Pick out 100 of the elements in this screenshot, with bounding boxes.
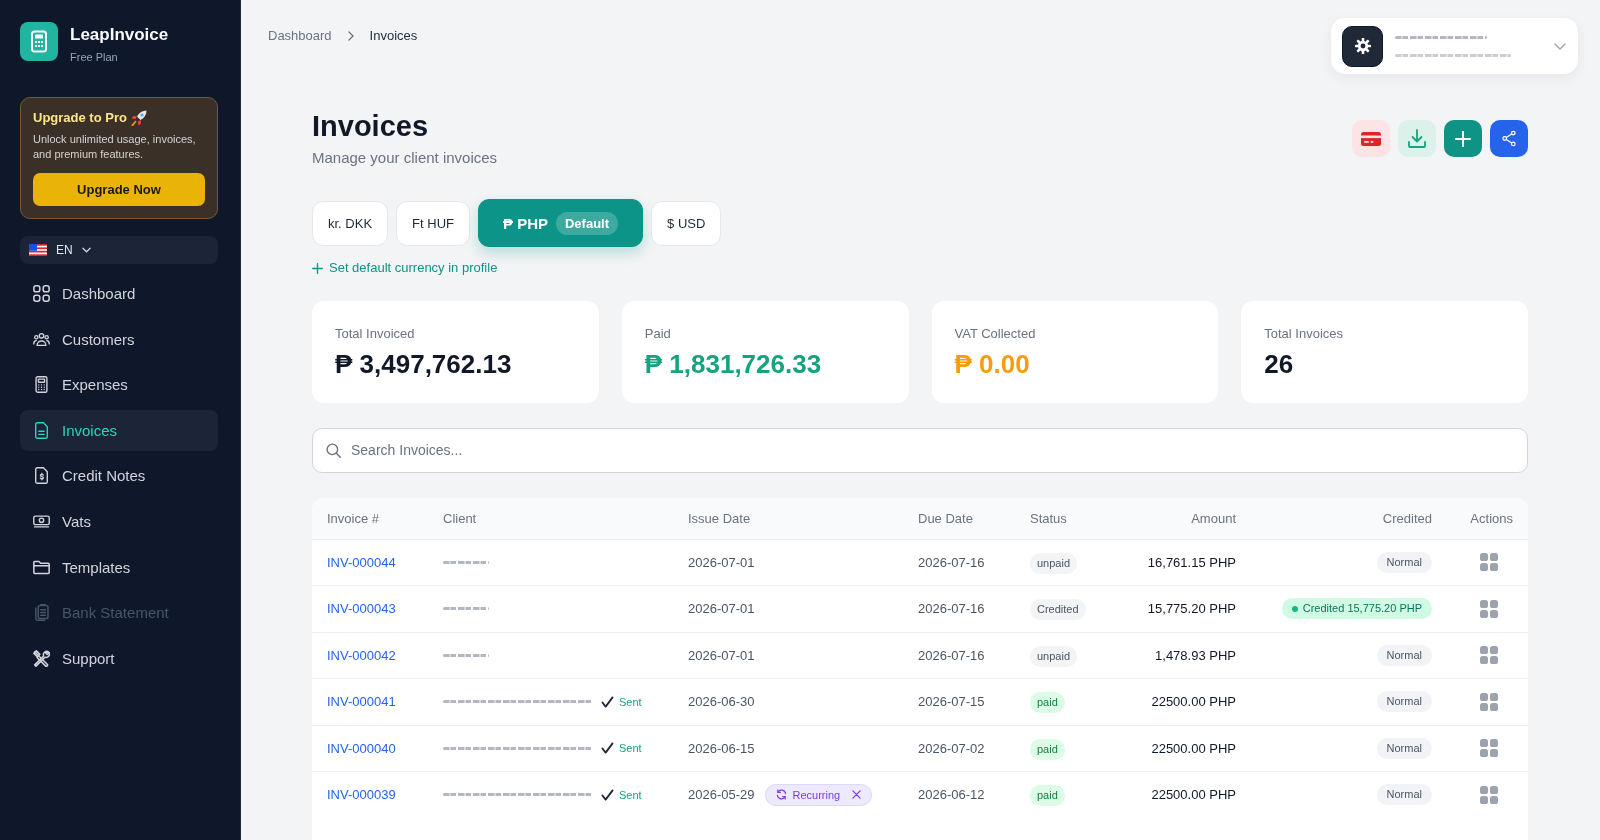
currency-tab[interactable]: $ USD [651, 200, 722, 246]
column-header: Status [1030, 510, 1068, 526]
table-cell: 2026-07-01 [688, 554, 755, 570]
table-cell: 22500.00 PHP [1151, 694, 1236, 710]
recurring-label: Recurring [792, 788, 841, 801]
stat-label: Total Invoiced [335, 325, 416, 342]
gear-icon [1354, 38, 1371, 54]
share-button[interactable] [1490, 120, 1528, 157]
sent-label: Sent [619, 742, 642, 755]
tools-icon [33, 649, 50, 667]
default-badge: Default [556, 211, 619, 235]
column-header: Invoice # [327, 510, 381, 526]
grid-icon[interactable] [1480, 646, 1498, 665]
grid-icon [33, 285, 50, 302]
flag-icon [29, 244, 47, 256]
invoice-link[interactable]: INV-000039 [327, 787, 396, 803]
grid-icon[interactable] [1480, 785, 1498, 804]
settings-button[interactable] [1342, 25, 1383, 67]
dot-icon [1291, 605, 1298, 612]
invoice-link[interactable]: INV-000044 [327, 554, 396, 570]
status-badge: unpaid [1030, 552, 1078, 574]
currency-tab[interactable]: Ft HUF [396, 200, 470, 246]
check-icon [601, 742, 614, 755]
grid-icon[interactable] [1480, 739, 1498, 758]
currency-tab[interactable]: kr. DKK [312, 200, 389, 246]
credited-label: Credited 15,775.20 PHP [1302, 602, 1422, 616]
invoice-link[interactable]: INV-000041 [327, 694, 396, 710]
status-badge: paid [1030, 692, 1065, 714]
plus-icon [312, 262, 323, 274]
credit-status-badge: Normal [1376, 784, 1432, 806]
credit-status-badge: Normal [1376, 737, 1432, 759]
invoice-link[interactable]: INV-000042 [327, 647, 396, 663]
sent-label: Sent [619, 788, 642, 801]
refresh-icon [775, 789, 787, 801]
nav-item[interactable]: Expenses [20, 364, 218, 406]
status-badge: paid [1030, 738, 1065, 760]
table-cell: 2026-06-15 [688, 740, 755, 756]
page-title: Invoices [312, 109, 430, 143]
users-icon [33, 330, 50, 348]
nav-item[interactable]: Vats [20, 500, 218, 542]
folder-icon [33, 558, 50, 576]
table-cell: 2026-07-01 [688, 647, 755, 663]
plan-label: Free Plan [70, 50, 119, 64]
table-cell: 2026-07-16 [918, 601, 985, 617]
nav-item[interactable]: Templates [20, 546, 218, 588]
upgrade-button[interactable]: Upgrade Now [33, 173, 205, 206]
column-header: Issue Date [688, 510, 752, 526]
grid-icon[interactable] [1480, 599, 1498, 618]
table-cell: 2026-07-01 [688, 601, 755, 617]
share-icon [1502, 130, 1516, 147]
invoice-link[interactable]: INV-000043 [327, 601, 396, 617]
table-cell: 2026-07-02 [918, 740, 985, 756]
grid-icon[interactable] [1480, 692, 1498, 711]
upgrade-title: Upgrade to Pro [33, 109, 127, 127]
account-card[interactable] [1331, 18, 1578, 74]
search-icon [326, 442, 341, 458]
status-badge: paid [1030, 785, 1065, 807]
nav-item[interactable]: Credit Notes [20, 455, 218, 497]
nav-item[interactable]: Invoices [20, 409, 218, 451]
grid-icon[interactable] [1480, 553, 1498, 572]
chevron-down-icon [81, 247, 91, 253]
stat-label: VAT Collected [954, 325, 1037, 342]
column-header: Client [443, 510, 478, 526]
table-cell: 2026-06-30 [688, 694, 755, 710]
chevron-right-icon [347, 30, 354, 41]
set-currency-link[interactable]: Set default currency in profile [312, 259, 498, 277]
column-header: Actions [1470, 510, 1513, 526]
dollar-document-icon [33, 467, 50, 485]
nav-item[interactable]: Customers [20, 318, 218, 360]
column-header: Credited [1382, 510, 1432, 526]
stat-label: Total Invoices [1264, 325, 1344, 342]
table-cell: 22500.00 PHP [1151, 740, 1236, 756]
currency-tab[interactable]: ₱ PHP Default [477, 199, 644, 247]
close-icon[interactable] [852, 790, 862, 800]
add-button[interactable] [1444, 120, 1482, 157]
table-cell: 2026-07-15 [918, 694, 985, 710]
app-name: LeapInvoice [70, 25, 169, 45]
banknote-icon [33, 512, 50, 530]
language-selector[interactable]: EN [20, 236, 218, 264]
status-badge: Credited [1030, 599, 1086, 621]
search-field[interactable]: Search Invoices... [312, 427, 1528, 473]
clipboard-icon [33, 604, 50, 622]
document-icon [33, 421, 50, 439]
invoice-link[interactable]: INV-000040 [327, 740, 396, 756]
credit-card-button[interactable] [1352, 120, 1390, 157]
column-header: Amount [1191, 510, 1236, 526]
breadcrumb-link[interactable]: Dashboard [268, 27, 332, 44]
stat-value: ₱ 0.00 [954, 347, 1031, 380]
nav-item[interactable]: Support [20, 637, 218, 679]
table-cell: 1,478.93 PHP [1155, 647, 1236, 663]
check-icon [601, 788, 614, 801]
table-cell: 2026-05-29 [688, 787, 755, 803]
credit-status-badge: Normal [1376, 691, 1432, 713]
table-cell: 15,775.20 PHP [1147, 601, 1236, 617]
download-icon [1408, 129, 1426, 148]
nav-item[interactable]: Dashboard [20, 273, 218, 314]
table-cell: 2026-07-16 [918, 554, 985, 570]
stat-value: ₱ 1,831,726.33 [644, 347, 823, 380]
download-button[interactable] [1398, 120, 1436, 157]
calculator-icon [20, 22, 58, 61]
